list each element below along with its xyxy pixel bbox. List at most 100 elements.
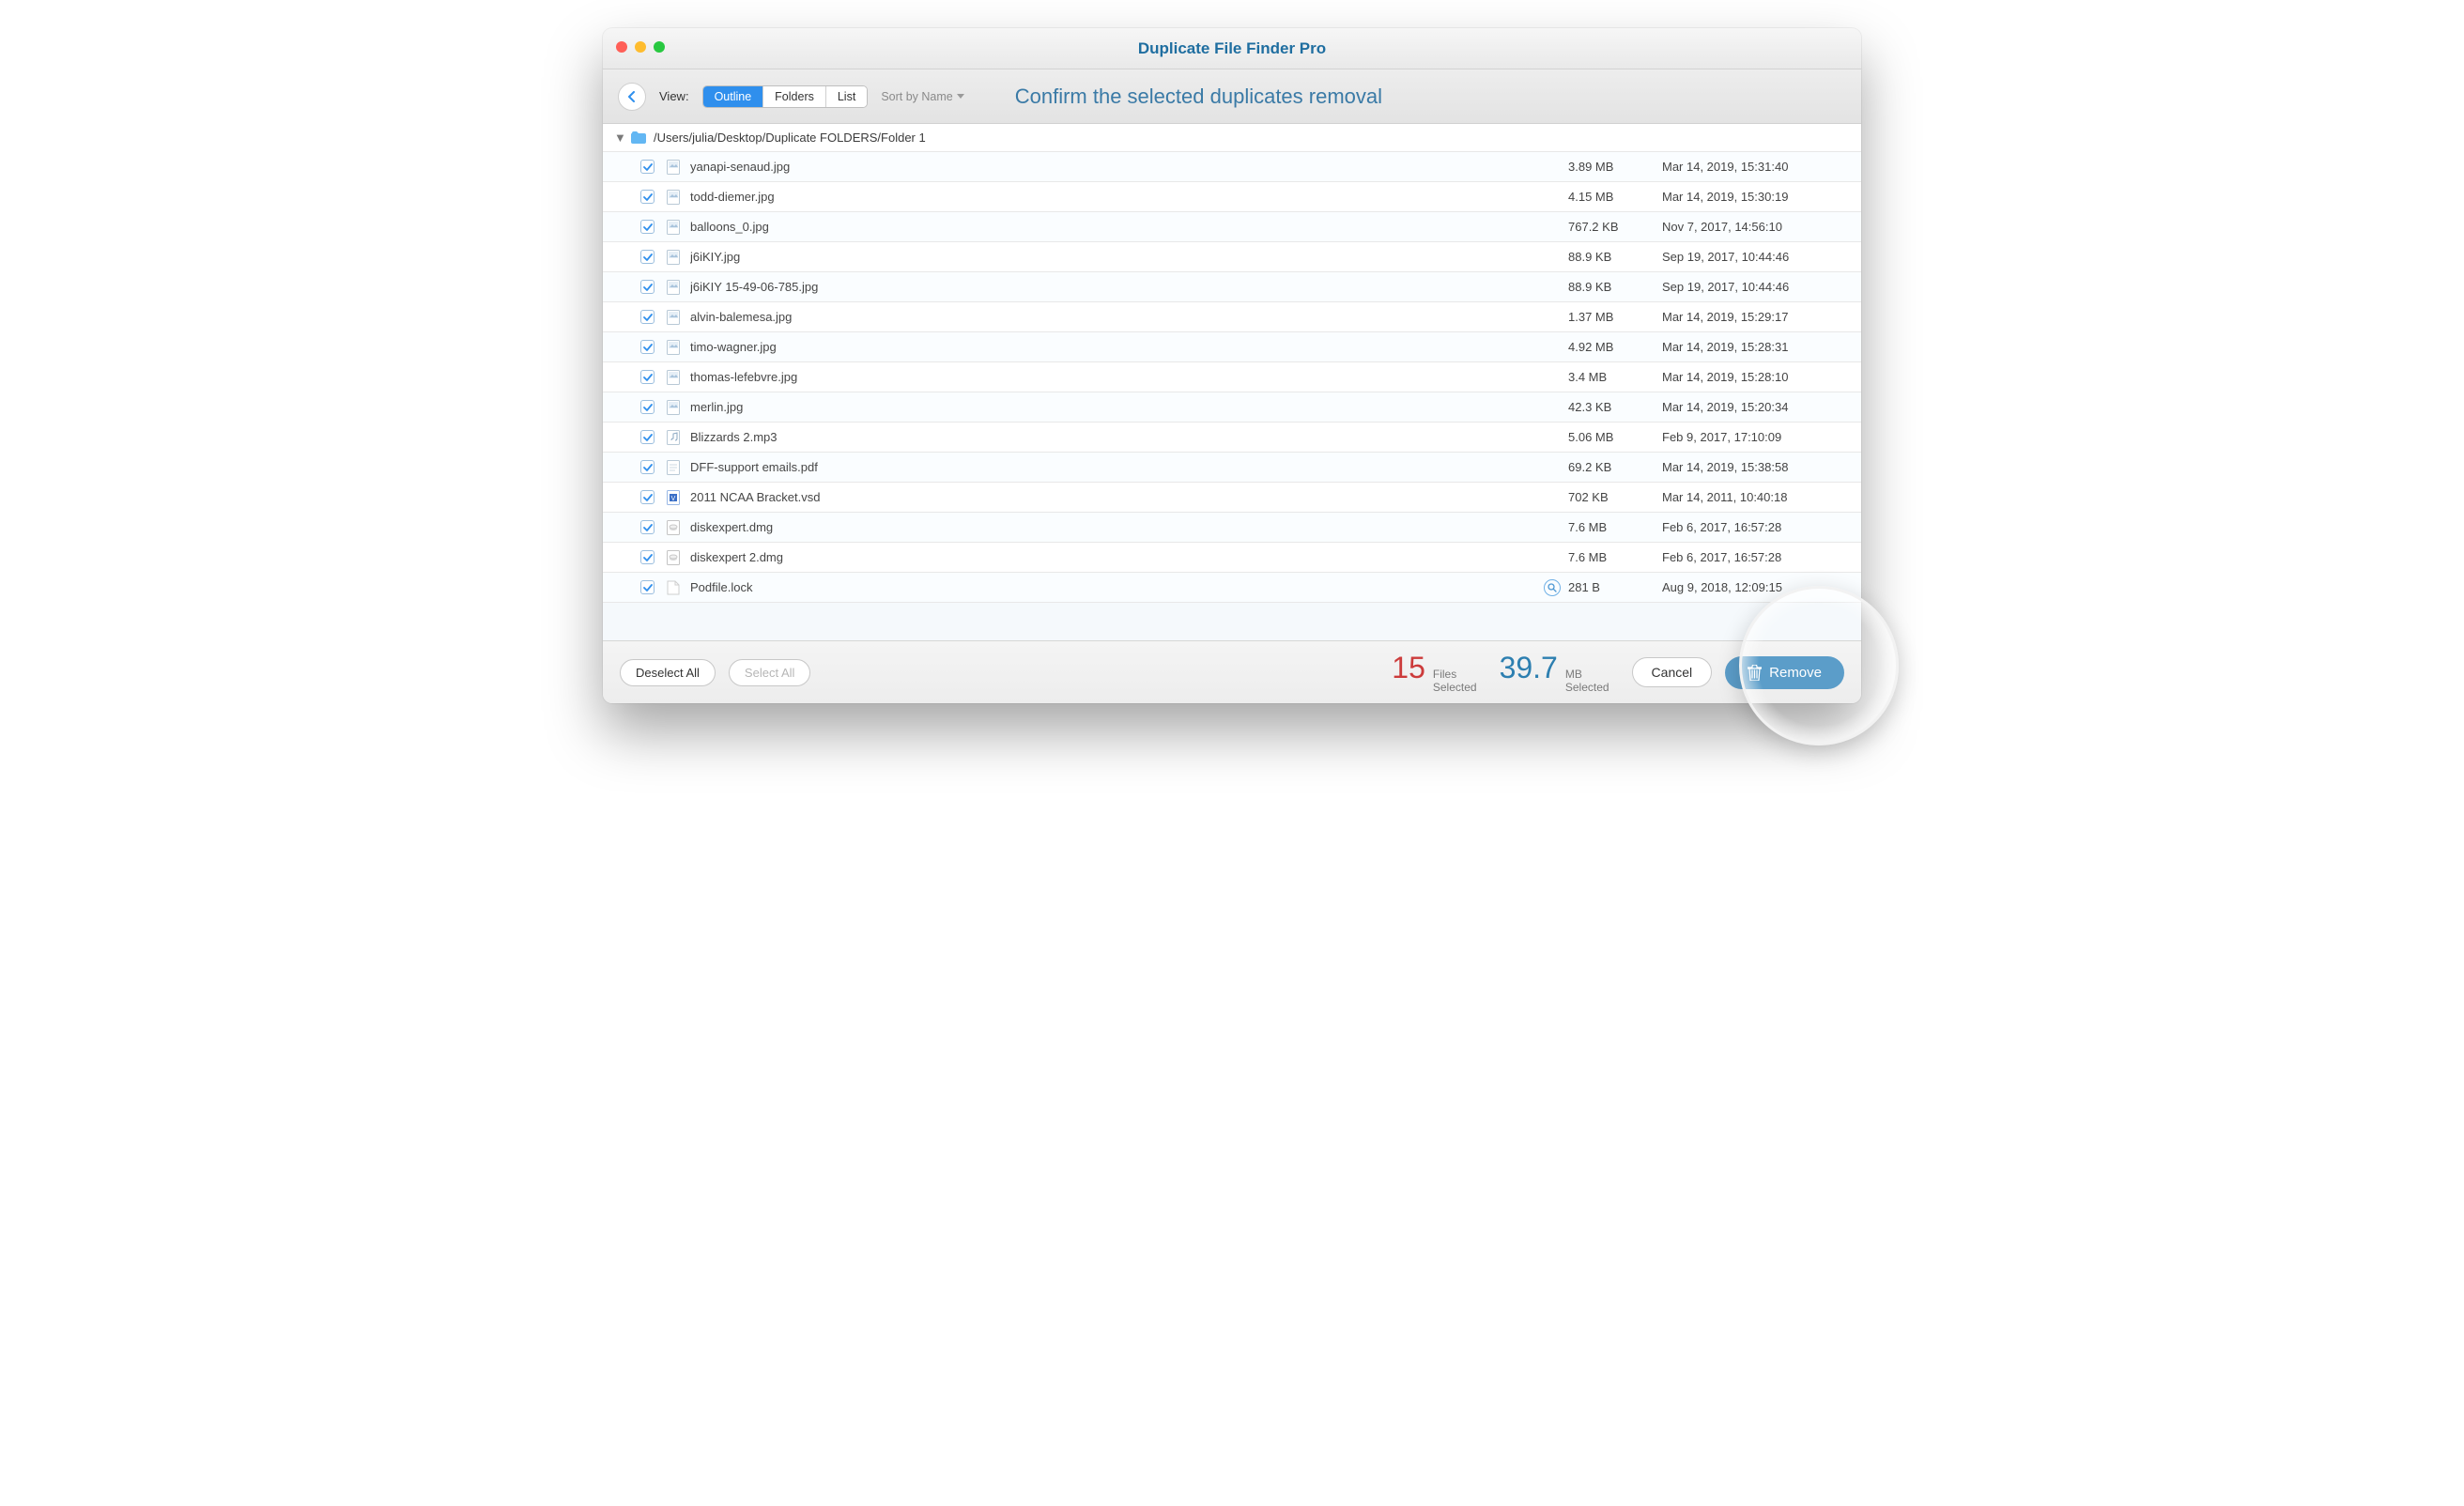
- row-checkbox[interactable]: [640, 310, 654, 324]
- page-banner: Confirm the selected duplicates removal: [978, 85, 1846, 109]
- check-icon: [643, 163, 653, 171]
- file-row[interactable]: diskexpert 2.dmg7.6 MBFeb 6, 2017, 16:57…: [603, 543, 1861, 573]
- file-name: thomas-lefebvre.jpg: [690, 370, 1568, 384]
- file-date: Feb 6, 2017, 16:57:28: [1662, 550, 1850, 564]
- row-checkbox[interactable]: [640, 220, 654, 234]
- file-row[interactable]: V2011 NCAA Bracket.vsd702 KBMar 14, 2011…: [603, 483, 1861, 513]
- check-icon: [643, 404, 653, 411]
- preview-button[interactable]: [1544, 579, 1561, 596]
- disclosure-triangle-icon[interactable]: ▼: [614, 131, 624, 145]
- minimize-window-button[interactable]: [635, 41, 646, 53]
- file-row[interactable]: thomas-lefebvre.jpg3.4 MBMar 14, 2019, 1…: [603, 362, 1861, 392]
- file-name: diskexpert 2.dmg: [690, 550, 1568, 564]
- row-checkbox[interactable]: [640, 580, 654, 594]
- file-row[interactable]: Podfile.lock281 BAug 9, 2018, 12:09:15: [603, 573, 1861, 603]
- file-date: Nov 7, 2017, 14:56:10: [1662, 220, 1850, 234]
- sort-dropdown[interactable]: Sort by Name: [881, 90, 963, 103]
- row-checkbox[interactable]: [640, 370, 654, 384]
- view-seg-outline[interactable]: Outline: [703, 86, 764, 107]
- check-icon: [643, 434, 653, 441]
- chevron-down-icon: [957, 94, 964, 100]
- view-label: View:: [659, 89, 689, 103]
- deselect-all-button[interactable]: Deselect All: [620, 659, 716, 686]
- file-row[interactable]: DFF-support emails.pdf69.2 KBMar 14, 201…: [603, 453, 1861, 483]
- row-checkbox[interactable]: [640, 160, 654, 174]
- folder-header-row[interactable]: ▼ /Users/julia/Desktop/Duplicate FOLDERS…: [603, 124, 1861, 152]
- zoom-window-button[interactable]: [654, 41, 665, 53]
- check-icon: [643, 494, 653, 501]
- file-size: 4.15 MB: [1568, 190, 1662, 204]
- titlebar: Duplicate File Finder Pro: [603, 28, 1861, 69]
- file-date: Mar 14, 2019, 15:28:31: [1662, 340, 1850, 354]
- file-name: balloons_0.jpg: [690, 220, 1568, 234]
- row-checkbox[interactable]: [640, 460, 654, 474]
- file-name: alvin-balemesa.jpg: [690, 310, 1568, 324]
- file-size: 281 B: [1568, 580, 1662, 594]
- trash-icon: [1748, 665, 1762, 681]
- file-size: 88.9 KB: [1568, 250, 1662, 264]
- row-checkbox[interactable]: [640, 250, 654, 264]
- file-name: todd-diemer.jpg: [690, 190, 1568, 204]
- file-name: yanapi-senaud.jpg: [690, 160, 1568, 174]
- footer: Deselect All Select All 15 FilesSelected…: [603, 641, 1861, 703]
- row-checkbox[interactable]: [640, 190, 654, 204]
- file-row[interactable]: balloons_0.jpg767.2 KBNov 7, 2017, 14:56…: [603, 212, 1861, 242]
- file-size: 42.3 KB: [1568, 400, 1662, 414]
- check-icon: [643, 314, 653, 321]
- folder-path: /Users/julia/Desktop/Duplicate FOLDERS/F…: [654, 131, 926, 145]
- file-row[interactable]: j6iKIY.jpg88.9 KBSep 19, 2017, 10:44:46: [603, 242, 1861, 272]
- close-window-button[interactable]: [616, 41, 627, 53]
- row-checkbox[interactable]: [640, 520, 654, 534]
- file-date: Mar 14, 2019, 15:29:17: [1662, 310, 1850, 324]
- svg-text:V: V: [671, 496, 676, 502]
- file-date: Mar 14, 2019, 15:20:34: [1662, 400, 1850, 414]
- file-row[interactable]: diskexpert.dmg7.6 MBFeb 6, 2017, 16:57:2…: [603, 513, 1861, 543]
- file-date: Mar 14, 2011, 10:40:18: [1662, 490, 1850, 504]
- file-date: Feb 9, 2017, 17:10:09: [1662, 430, 1850, 444]
- file-list-panel: ▼ /Users/julia/Desktop/Duplicate FOLDERS…: [603, 124, 1861, 641]
- view-seg-folders[interactable]: Folders: [763, 86, 826, 107]
- file-name: j6iKIY.jpg: [690, 250, 1568, 264]
- check-icon: [643, 464, 653, 471]
- files-unit: FilesSelected: [1433, 668, 1477, 695]
- remove-button[interactable]: Remove: [1725, 656, 1844, 689]
- select-all-button[interactable]: Select All: [729, 659, 810, 686]
- file-row[interactable]: todd-diemer.jpg4.15 MBMar 14, 2019, 15:3…: [603, 182, 1861, 212]
- file-size: 3.4 MB: [1568, 370, 1662, 384]
- back-button[interactable]: [618, 83, 646, 111]
- file-size: 3.89 MB: [1568, 160, 1662, 174]
- row-checkbox[interactable]: [640, 550, 654, 564]
- file-name: 2011 NCAA Bracket.vsd: [690, 490, 1568, 504]
- file-size: 7.6 MB: [1568, 520, 1662, 534]
- check-icon: [643, 584, 653, 592]
- toolbar: View: OutlineFoldersList Sort by Name Co…: [603, 69, 1861, 124]
- check-icon: [643, 554, 653, 561]
- file-row[interactable]: alvin-balemesa.jpg1.37 MBMar 14, 2019, 1…: [603, 302, 1861, 332]
- folder-icon: [631, 131, 646, 144]
- app-window: Duplicate File Finder Pro View: OutlineF…: [603, 28, 1861, 703]
- file-row[interactable]: timo-wagner.jpg4.92 MBMar 14, 2019, 15:2…: [603, 332, 1861, 362]
- file-size: 7.6 MB: [1568, 550, 1662, 564]
- image-file-icon: [666, 250, 681, 265]
- check-icon: [643, 524, 653, 531]
- file-row[interactable]: j6iKIY 15-49-06-785.jpg88.9 KBSep 19, 20…: [603, 272, 1861, 302]
- file-row[interactable]: merlin.jpg42.3 KBMar 14, 2019, 15:20:34: [603, 392, 1861, 423]
- cancel-button[interactable]: Cancel: [1632, 657, 1713, 687]
- row-checkbox[interactable]: [640, 400, 654, 414]
- view-seg-list[interactable]: List: [826, 86, 867, 107]
- sort-label: Sort by Name: [881, 90, 952, 103]
- dmg-file-icon: [666, 550, 681, 565]
- file-row[interactable]: yanapi-senaud.jpg3.89 MBMar 14, 2019, 15…: [603, 152, 1861, 182]
- row-checkbox[interactable]: [640, 430, 654, 444]
- image-file-icon: [666, 340, 681, 355]
- file-size: 5.06 MB: [1568, 430, 1662, 444]
- audio-file-icon: [666, 430, 681, 445]
- check-icon: [643, 284, 653, 291]
- row-checkbox[interactable]: [640, 280, 654, 294]
- file-name: Podfile.lock: [690, 580, 1544, 594]
- row-checkbox[interactable]: [640, 340, 654, 354]
- file-row[interactable]: Blizzards 2.mp35.06 MBFeb 9, 2017, 17:10…: [603, 423, 1861, 453]
- file-date: Feb 6, 2017, 16:57:28: [1662, 520, 1850, 534]
- check-icon: [643, 374, 653, 381]
- row-checkbox[interactable]: [640, 490, 654, 504]
